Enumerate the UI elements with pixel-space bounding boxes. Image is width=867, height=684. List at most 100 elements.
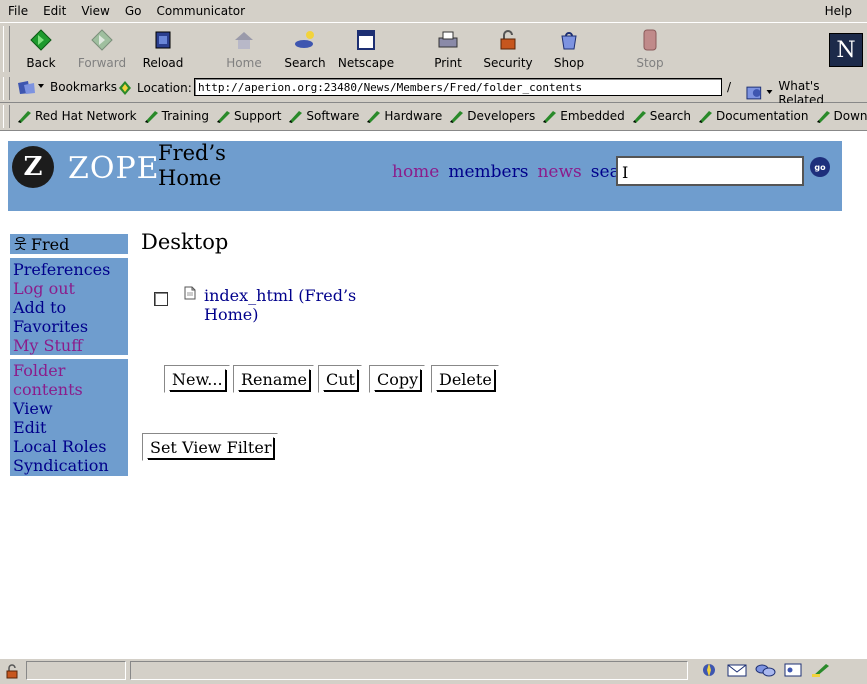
progress-field <box>26 661 126 680</box>
personal-link-label: Developers <box>467 109 535 123</box>
pen-icon <box>448 109 464 123</box>
address-book-icon[interactable] <box>782 662 804 678</box>
menu-go[interactable]: Go <box>117 4 149 18</box>
new-button[interactable]: New... <box>164 365 230 393</box>
delete-button-label: Delete <box>436 369 495 391</box>
syndication-link[interactable]: Syndication <box>13 456 125 475</box>
search-button[interactable]: Search <box>275 27 335 70</box>
zope-logo-icon[interactable]: Z <box>12 146 54 188</box>
menu-bar: File Edit View Go Communicator Help <box>0 0 867 22</box>
personal-link-documentation[interactable]: Documentation <box>697 109 809 123</box>
forward-button[interactable]: Forward <box>72 27 132 70</box>
nav-news-link[interactable]: news <box>537 162 581 182</box>
pen-icon <box>287 109 303 123</box>
delete-button[interactable]: Delete <box>431 365 499 393</box>
personal-link-label: Training <box>162 109 209 123</box>
add-to-favorites-link[interactable]: Add to Favorites <box>13 298 125 336</box>
personal-grip[interactable] <box>3 105 10 128</box>
menu-help[interactable]: Help <box>817 4 859 18</box>
home-button[interactable]: Home <box>214 27 274 70</box>
netscape-logo[interactable]: N <box>829 33 863 67</box>
personal-link-embedded[interactable]: Embedded <box>541 109 625 123</box>
reload-button[interactable]: Reload <box>133 27 193 70</box>
pen-icon <box>16 109 32 123</box>
shop-label: Shop <box>539 56 599 70</box>
composer-icon[interactable] <box>810 662 832 678</box>
stop-label: Stop <box>620 56 680 70</box>
shop-button[interactable]: Shop <box>539 27 599 70</box>
edit-link[interactable]: Edit <box>13 418 125 437</box>
set-view-filter-label: Set View Filter <box>147 437 274 459</box>
pen-icon <box>815 109 831 123</box>
personal-link-hardware[interactable]: Hardware <box>365 109 442 123</box>
security-lock-icon[interactable] <box>4 663 20 679</box>
location-bar: Bookmarks Location: http://aperion.org:2… <box>0 75 867 103</box>
stop-button[interactable]: Stop <box>620 27 680 70</box>
local-roles-link[interactable]: Local Roles <box>13 437 125 456</box>
navigator-icon[interactable] <box>698 662 720 678</box>
stop-icon <box>638 28 662 52</box>
zope-wordmark[interactable]: ZOPE <box>68 151 160 186</box>
search-input[interactable]: I <box>616 156 804 186</box>
url-field[interactable]: http://aperion.org:23480/News/Members/Fr… <box>194 78 722 96</box>
view-link[interactable]: View <box>13 399 125 418</box>
nav-members-link[interactable]: members <box>448 162 528 182</box>
content-heading: Desktop <box>141 230 228 254</box>
personal-link-software[interactable]: Software <box>287 109 359 123</box>
page-content: Z ZOPE Fred’s Home home members news sea… <box>0 131 867 658</box>
netscape-button[interactable]: Netscape <box>336 27 396 70</box>
item-link[interactable]: index_html (Fred’s Home) <box>204 286 364 324</box>
go-button[interactable]: go <box>810 157 830 177</box>
location-drag-icon[interactable] <box>117 80 133 96</box>
location-label: Location: <box>117 80 192 96</box>
nav-home-link[interactable]: home <box>392 162 439 182</box>
personal-link-support[interactable]: Support <box>215 109 281 123</box>
shop-icon <box>557 28 581 52</box>
text-cursor-icon: I <box>622 163 628 182</box>
url-history-icon[interactable]: / <box>727 80 731 94</box>
search-icon <box>292 28 318 52</box>
menu-file[interactable]: File <box>0 4 35 18</box>
navigation-toolbar: Back Forward Reload Home Search Netscape… <box>0 22 867 76</box>
toolbar-grip[interactable] <box>3 26 10 72</box>
personal-link-download[interactable]: Download <box>815 109 867 123</box>
user-name: Fred <box>31 235 69 254</box>
bookmarks-button[interactable]: Bookmarks <box>16 79 117 95</box>
netscape-label: Netscape <box>336 56 396 70</box>
reload-label: Reload <box>133 56 193 70</box>
copy-button[interactable]: Copy <box>369 365 425 393</box>
menu-edit[interactable]: Edit <box>35 4 73 18</box>
user-box: 웃 Fred <box>10 234 128 254</box>
rename-button[interactable]: Rename <box>233 365 314 393</box>
location-grip[interactable] <box>3 77 10 100</box>
personal-link-developers[interactable]: Developers <box>448 109 535 123</box>
newsgroups-icon[interactable] <box>754 662 776 678</box>
personal-link-red-hat-network[interactable]: Red Hat Network <box>16 109 137 123</box>
security-button[interactable]: Security <box>478 27 538 70</box>
new-button-label: New... <box>169 369 226 391</box>
my-stuff-link[interactable]: My Stuff <box>13 336 125 355</box>
print-button[interactable]: Print <box>418 27 478 70</box>
item-checkbox[interactable] <box>154 292 168 306</box>
logout-link[interactable]: Log out <box>13 279 125 298</box>
personal-link-training[interactable]: Training <box>143 109 209 123</box>
preferences-link[interactable]: Preferences <box>13 260 125 279</box>
bookmarks-icon <box>16 79 46 95</box>
folder-contents-link[interactable]: Folder contents <box>13 361 125 399</box>
mail-icon[interactable] <box>726 662 748 678</box>
print-label: Print <box>418 56 478 70</box>
cut-button[interactable]: Cut <box>318 365 362 393</box>
personal-link-search[interactable]: Search <box>631 109 691 123</box>
home-label: Home <box>214 56 274 70</box>
pen-icon <box>215 109 231 123</box>
menu-view[interactable]: View <box>73 4 116 18</box>
print-icon <box>436 28 460 52</box>
back-label: Back <box>11 56 71 70</box>
member-actions: Preferences Log out Add to Favorites My … <box>10 258 128 355</box>
document-icon <box>184 286 196 300</box>
menu-communicator[interactable]: Communicator <box>148 4 252 18</box>
page-title-line1: Fred’s <box>158 141 226 166</box>
search-label: Search <box>275 56 335 70</box>
back-button[interactable]: Back <box>11 27 71 70</box>
set-view-filter-button[interactable]: Set View Filter <box>142 433 278 461</box>
